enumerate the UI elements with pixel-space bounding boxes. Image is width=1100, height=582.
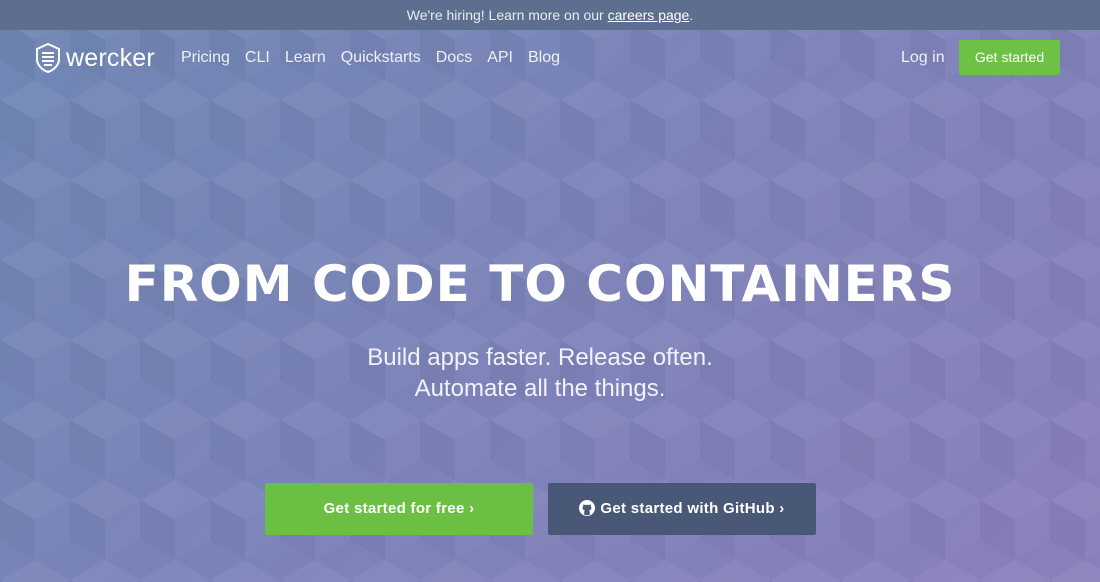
hero-subtitle: Build apps faster. Release often. Automa… <box>0 342 1080 404</box>
hero-subtitle-line-2: Automate all the things. <box>414 375 666 402</box>
nav-blog[interactable]: Blog <box>528 48 560 68</box>
nav-api[interactable]: API <box>487 48 513 68</box>
banner-text: We're hiring! Learn more on our <box>406 7 604 23</box>
nav-learn[interactable]: Learn <box>285 48 326 68</box>
get-started-github-button[interactable]: Get started with GitHub › <box>548 483 816 535</box>
main-nav: Pricing CLI Learn Quickstarts Docs API B… <box>181 48 575 68</box>
get-started-github-label: Get started with GitHub › <box>600 500 785 517</box>
nav-pricing[interactable]: Pricing <box>181 48 230 68</box>
hero-subtitle-line-1: Build apps faster. Release often. <box>367 344 713 371</box>
hero-title: FROM CODE TO CONTAINERS <box>124 255 956 313</box>
get-started-free-label: Get started for free › <box>323 500 475 517</box>
nav-cli[interactable]: CLI <box>245 48 270 68</box>
wercker-shield-icon <box>36 43 60 73</box>
banner-period: . <box>689 7 694 23</box>
nav-docs[interactable]: Docs <box>436 48 472 68</box>
hiring-banner: We're hiring! Learn more on our careers … <box>0 0 1100 30</box>
nav-quickstarts[interactable]: Quickstarts <box>341 48 421 68</box>
brand-name: wercker <box>66 43 155 72</box>
get-started-button[interactable]: Get started <box>959 40 1060 75</box>
github-icon <box>579 500 596 516</box>
login-link[interactable]: Log in <box>901 48 945 68</box>
get-started-free-button[interactable]: Get started for free › <box>265 483 533 535</box>
careers-link[interactable]: careers page <box>608 7 690 23</box>
wercker-logo[interactable]: wercker <box>36 42 155 74</box>
navbar: wercker Pricing CLI Learn Quickstarts Do… <box>0 30 1100 86</box>
